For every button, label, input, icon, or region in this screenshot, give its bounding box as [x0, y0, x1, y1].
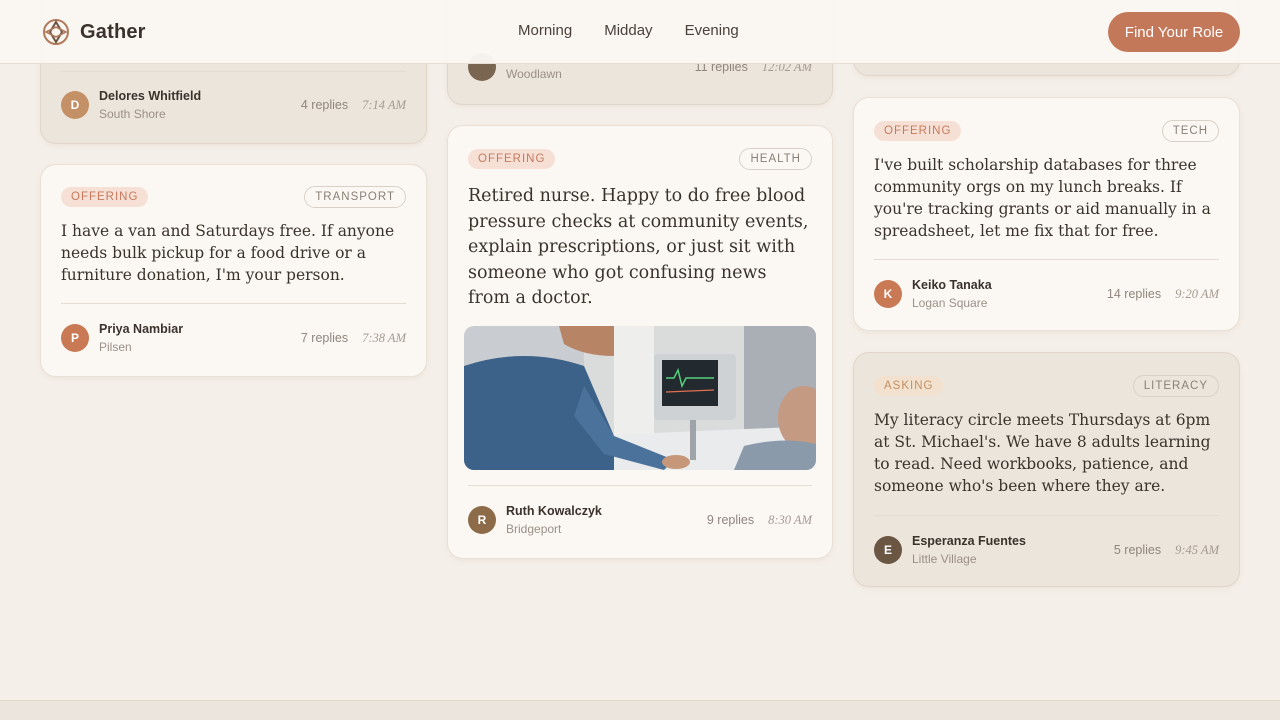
post-time: 8:30 AM — [768, 512, 812, 527]
category-badge[interactable]: HEALTH — [739, 148, 812, 170]
card-divider — [468, 485, 812, 486]
author-name[interactable]: Esperanza Fuentes — [912, 534, 1026, 548]
post-card[interactable]: OFFERING TRANSPORT I have a van and Satu… — [40, 164, 427, 377]
author-location: Pilsen — [99, 340, 132, 354]
nav-evening[interactable]: Evening — [685, 22, 739, 39]
author-location: Woodlawn — [506, 67, 562, 81]
main-nav: Morning Midday Evening — [518, 22, 739, 39]
post-text: I have a van and Saturdays free. If anyo… — [61, 222, 395, 284]
post-type-badge: OFFERING — [874, 121, 962, 141]
footer-bar — [0, 700, 1280, 720]
reply-count[interactable]: 7 replies — [301, 331, 348, 345]
author-location: Little Village — [912, 552, 977, 566]
reply-count[interactable]: 5 replies — [1114, 543, 1161, 557]
avatar[interactable]: K — [874, 280, 902, 308]
avatar[interactable]: E — [874, 536, 902, 564]
post-type-badge: ASKING — [874, 376, 944, 396]
post-time: 7:38 AM — [362, 330, 406, 345]
category-badge[interactable]: LITERACY — [1132, 375, 1219, 397]
brand-name: Gather — [80, 20, 146, 43]
reply-count[interactable]: 14 replies — [1107, 287, 1161, 301]
author-name[interactable]: Delores Whitfield — [99, 89, 201, 103]
nurse-checking-patient-photo[interactable] — [464, 326, 816, 470]
post-card[interactable]: OFFERING TECH I've built scholarship dat… — [853, 97, 1240, 331]
post-time: 9:45 AM — [1175, 542, 1219, 557]
author-name[interactable]: Ruth Kowalczyk — [506, 504, 602, 518]
post-text: My literacy circle meets Thursdays at 6p… — [874, 411, 1211, 495]
avatar[interactable]: R — [468, 506, 496, 534]
author-name[interactable]: Priya Nambiar — [99, 322, 183, 336]
gather-logo-icon — [43, 19, 69, 45]
author-location: South Shore — [99, 107, 166, 121]
brand[interactable]: Gather — [42, 18, 146, 46]
nav-morning[interactable]: Morning — [518, 22, 572, 39]
photo-illustration — [464, 326, 816, 470]
card-divider — [874, 259, 1219, 260]
post-text: I've built scholarship databases for thr… — [874, 156, 1211, 240]
avatar[interactable]: D — [61, 91, 89, 119]
post-card[interactable]: ASKING LITERACY My literacy circle meets… — [853, 352, 1240, 587]
post-type-badge: OFFERING — [61, 187, 149, 207]
top-nav-bar: Gather Morning Midday Evening Find Your … — [0, 0, 1280, 64]
post-time: 7:14 AM — [362, 97, 406, 112]
reply-count[interactable]: 4 replies — [301, 98, 348, 112]
post-type-badge: OFFERING — [468, 149, 556, 169]
author-name[interactable]: Keiko Tanaka — [912, 278, 992, 292]
post-text: Retired nurse. Happy to do free blood pr… — [468, 186, 809, 308]
card-divider — [61, 303, 406, 304]
card-divider — [874, 515, 1219, 516]
category-badge[interactable]: TECH — [1161, 120, 1219, 142]
post-card[interactable]: OFFERING HEALTH Retired nurse. Happy to … — [447, 125, 833, 559]
find-your-role-button[interactable]: Find Your Role — [1108, 12, 1240, 52]
author-location: Logan Square — [912, 296, 988, 310]
post-time: 9:20 AM — [1175, 286, 1219, 301]
reply-count[interactable]: 9 replies — [707, 513, 754, 527]
nav-midday[interactable]: Midday — [604, 22, 652, 39]
category-badge[interactable]: TRANSPORT — [304, 186, 406, 208]
author-location: Bridgeport — [506, 522, 562, 536]
avatar[interactable]: P — [61, 324, 89, 352]
card-divider — [61, 71, 406, 72]
